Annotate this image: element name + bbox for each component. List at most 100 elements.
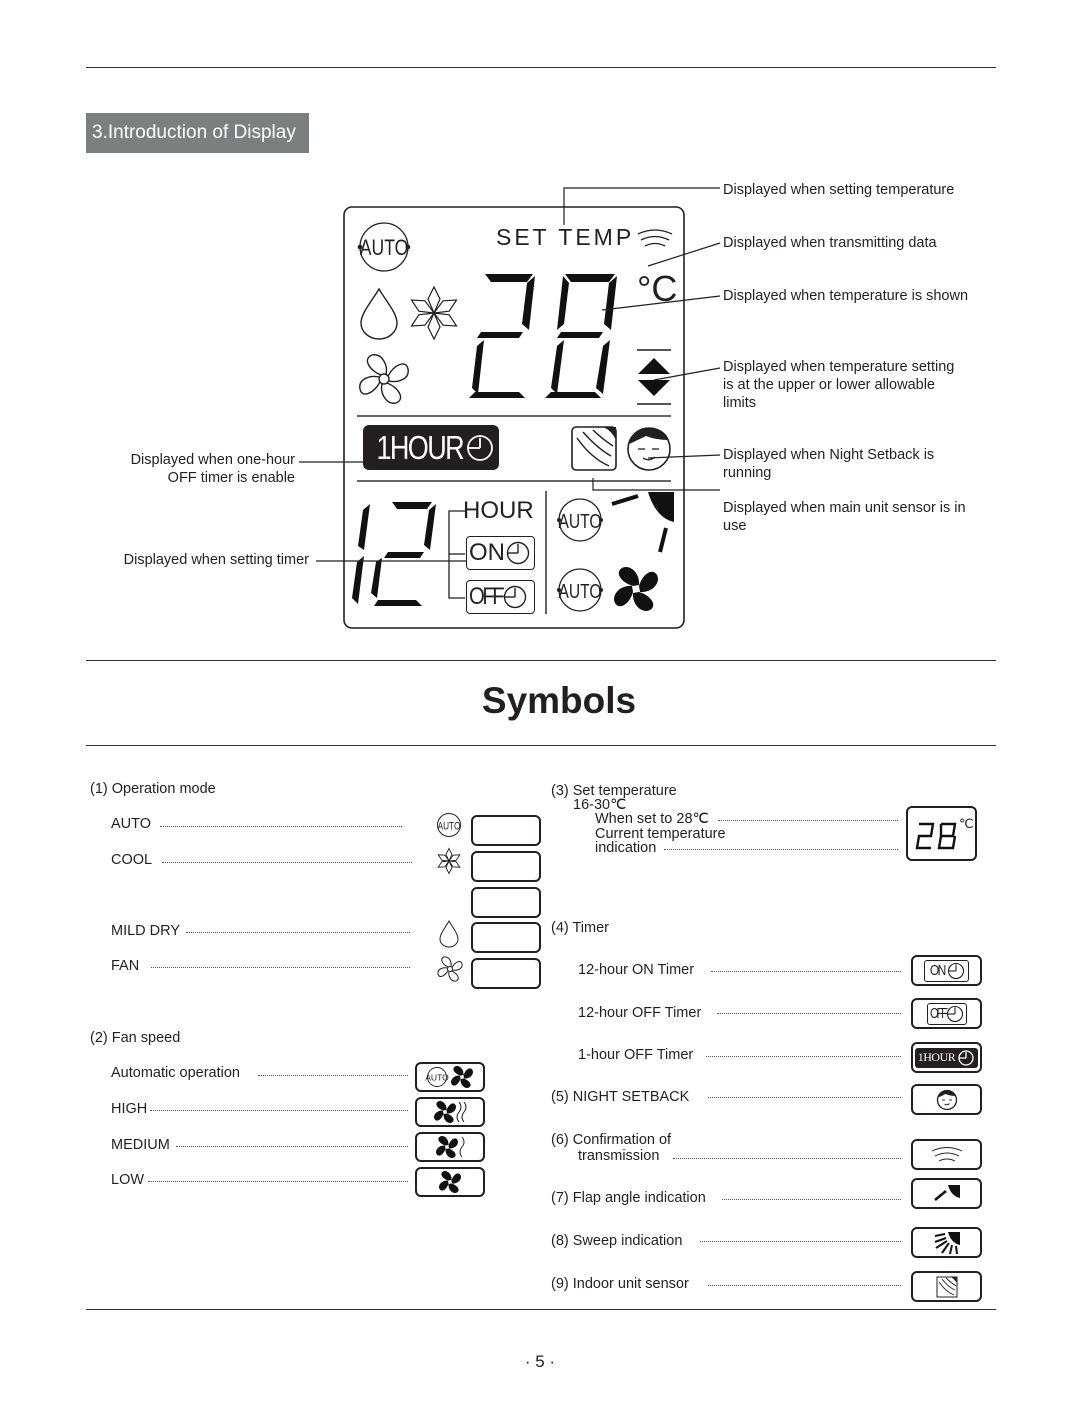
callout-limits-line: limits bbox=[723, 395, 757, 411]
temperature-digits bbox=[465, 272, 635, 402]
timer-on-label: 12-hour ON Timer bbox=[578, 962, 695, 978]
timer-one-hour-label: 1-hour OFF Timer bbox=[578, 1047, 694, 1063]
fan-speed-high-label: HIGH bbox=[111, 1101, 148, 1117]
callout-one-hour-off: Displayed when one-hour OFF timer is ena… bbox=[95, 451, 295, 487]
timer-heading: (4) Timer bbox=[551, 920, 609, 936]
operation-mode-fan-label: FAN bbox=[111, 958, 140, 974]
temperature-digits-graphic bbox=[469, 274, 617, 398]
sweep-label: (8) Sweep indication bbox=[551, 1233, 683, 1249]
callout-night-line: running bbox=[723, 465, 772, 481]
fan-speed-medium-label: MEDIUM bbox=[111, 1137, 170, 1153]
auto-mode-icon: AUTO bbox=[357, 221, 413, 273]
flap-angle-symbol bbox=[911, 1178, 982, 1209]
night-setback-icon bbox=[626, 426, 672, 472]
fan-icon bbox=[436, 955, 464, 983]
on-badge-label: ON bbox=[930, 962, 946, 979]
cool-icon bbox=[407, 284, 461, 342]
operation-mode-box bbox=[471, 958, 541, 989]
svg-text:℃: ℃ bbox=[959, 816, 974, 831]
callout-one-hour-line: OFF timer is enable bbox=[167, 470, 295, 486]
leader-dots bbox=[150, 1110, 408, 1111]
leader-dots bbox=[700, 1241, 901, 1242]
svg-text:AUTO: AUTO bbox=[360, 236, 409, 260]
symbols-top-rule bbox=[86, 660, 996, 661]
svg-text:AUTO: AUTO bbox=[438, 820, 461, 832]
leader-dots bbox=[664, 849, 898, 850]
indoor-sensor-label: (9) Indoor unit sensor bbox=[551, 1276, 689, 1292]
leader-dots bbox=[717, 1013, 901, 1014]
callout-limits-line: Displayed when temperature setting bbox=[723, 359, 955, 375]
one-hour-label: 1HOUR bbox=[376, 428, 465, 466]
transmission-line1: (6) Confirmation of bbox=[551, 1132, 672, 1148]
leader-dots bbox=[708, 1285, 901, 1286]
night-setback-symbol bbox=[911, 1084, 982, 1115]
leader-dots bbox=[151, 967, 410, 968]
page-number: · 5 · bbox=[524, 1352, 556, 1371]
leader-dots bbox=[160, 826, 402, 827]
timer-digits-graphic bbox=[352, 502, 436, 606]
fan-speed-low-label: LOW bbox=[111, 1172, 145, 1188]
operation-mode-box bbox=[471, 815, 541, 846]
clock-icon bbox=[958, 1049, 974, 1066]
clock-icon bbox=[503, 585, 527, 609]
one-hour-timer-badge: 1HOUR bbox=[363, 425, 499, 470]
on-timer-badge: ON bbox=[466, 536, 535, 570]
leader-dots bbox=[176, 1146, 408, 1147]
section-heading: 3.Introduction of Display bbox=[86, 113, 309, 153]
operation-mode-box bbox=[471, 922, 541, 953]
auto-flap-icon: AUTO bbox=[555, 497, 605, 543]
symbols-bottom-rule bbox=[86, 745, 996, 746]
operation-mode-mild-dry-label: MILD DRY bbox=[111, 923, 181, 939]
set-temperature-line3: indication bbox=[595, 840, 657, 856]
set-temp-label: SET TEMP bbox=[496, 224, 635, 250]
callout-limits: Displayed when temperature setting is at… bbox=[723, 358, 954, 412]
transmission-symbol bbox=[911, 1139, 982, 1170]
operation-mode-heading: (1) Operation mode bbox=[90, 781, 216, 797]
fan-medium-icon bbox=[415, 1132, 485, 1162]
transmission-icon bbox=[635, 228, 675, 252]
callout-one-hour-line: Displayed when one-hour bbox=[130, 452, 295, 468]
timer-off-label: 12-hour OFF Timer bbox=[578, 1005, 702, 1021]
callout-temperature-shown: Displayed when temperature is shown bbox=[723, 288, 969, 304]
snowflake-icon bbox=[436, 847, 462, 875]
leader-dots bbox=[162, 862, 412, 863]
callout-setting-timer: Displayed when setting timer bbox=[123, 552, 309, 568]
leader-dots bbox=[708, 1097, 901, 1098]
fan-mode-icon bbox=[356, 352, 412, 406]
off-label: OFF bbox=[469, 583, 505, 610]
sweep-symbol bbox=[911, 1227, 982, 1258]
callout-sensor-line: use bbox=[723, 518, 747, 534]
auto-fan-icon: AUTO bbox=[415, 1062, 485, 1092]
auto-fan-speed-icon: AUTO bbox=[555, 567, 605, 613]
mild-dry-icon bbox=[358, 287, 400, 341]
off-timer-badge: OFF bbox=[466, 580, 535, 614]
flap-angle-label: (7) Flap angle indication bbox=[551, 1190, 706, 1206]
flap-angle-icon bbox=[608, 488, 678, 558]
off-badge-label: OFF bbox=[929, 1005, 948, 1022]
clock-icon bbox=[947, 962, 964, 979]
one-hour-badge-label: 1HOUR bbox=[917, 1050, 956, 1064]
callout-night-setback: Displayed when Night Setback is running bbox=[723, 446, 934, 482]
clock-icon bbox=[506, 541, 530, 565]
night-setback-label: (5) NIGHT SETBACK bbox=[551, 1089, 690, 1105]
leader-dots bbox=[673, 1158, 901, 1159]
fan-low-icon bbox=[415, 1167, 485, 1197]
temperature-unit: °C bbox=[637, 268, 678, 309]
leader-dots bbox=[722, 1199, 901, 1200]
operation-mode-auto-label: AUTO bbox=[111, 816, 152, 832]
operation-mode-box bbox=[471, 887, 541, 918]
bottom-rule bbox=[86, 1309, 996, 1310]
fan-speed-heading: (2) Fan speed bbox=[90, 1030, 181, 1046]
callout-transmitting-data: Displayed when transmitting data bbox=[723, 235, 937, 251]
callout-night-line: Displayed when Night Setback is bbox=[723, 447, 935, 463]
callout-limits-line: is at the upper or lower allowable bbox=[723, 377, 935, 393]
temperature-display-icon: ℃ bbox=[906, 806, 977, 861]
indoor-sensor-symbol bbox=[911, 1271, 982, 1302]
svg-text:AUTO: AUTO bbox=[558, 580, 601, 602]
top-rule bbox=[86, 67, 996, 68]
leader-dots bbox=[258, 1075, 408, 1076]
operation-mode-cool-label: COOL bbox=[111, 852, 153, 868]
fan-speed-icon bbox=[612, 566, 660, 612]
svg-text:AUTO: AUTO bbox=[558, 510, 601, 532]
on-label: ON bbox=[469, 539, 505, 566]
